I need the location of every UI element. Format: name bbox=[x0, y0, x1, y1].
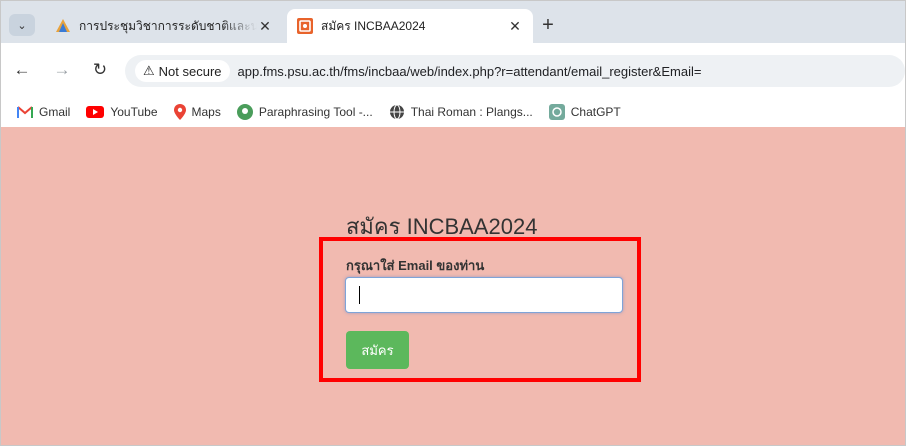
conference-favicon-icon bbox=[56, 19, 70, 32]
bookmark-thai-roman[interactable]: Thai Roman : Plangs... bbox=[389, 104, 533, 120]
bookmark-maps[interactable]: Maps bbox=[173, 104, 221, 120]
paraphrasing-icon bbox=[236, 104, 253, 120]
tab-title: การประชุมวิชาการระดับชาติและนานาชาติ bbox=[79, 18, 257, 33]
globe-icon bbox=[389, 104, 404, 120]
bookmark-label: Gmail bbox=[39, 105, 71, 119]
tab-close-icon[interactable]: ✕ bbox=[257, 18, 273, 35]
page-content: สมัคร INCBAA2024 กรุณาใส่ Email ของท่าน … bbox=[1, 127, 905, 445]
tab-search-button[interactable]: ⌄ bbox=[9, 14, 35, 36]
back-arrow-icon[interactable]: ← bbox=[11, 59, 33, 81]
bookmark-youtube[interactable]: YouTube bbox=[86, 105, 158, 119]
tab-title: สมัคร INCBAA2024 bbox=[321, 18, 426, 33]
address-bar[interactable]: ⚠ Not secure app.fms.psu.ac.th/fms/incba… bbox=[125, 55, 905, 87]
bookmark-label: YouTube bbox=[110, 105, 158, 119]
maps-icon bbox=[173, 104, 186, 120]
bookmark-label: ChatGPT bbox=[570, 105, 621, 119]
tab-strip: ⌄ การประชุมวิชาการระดับชาติและนานาชาติ ✕… bbox=[1, 1, 905, 43]
warning-triangle-icon: ⚠ bbox=[143, 63, 155, 78]
bookmark-label: Maps bbox=[191, 105, 221, 119]
bookmark-label: Paraphrasing Tool -... bbox=[258, 105, 373, 119]
new-tab-button[interactable]: + bbox=[537, 15, 559, 37]
email-input[interactable] bbox=[345, 277, 623, 313]
forward-arrow-icon[interactable]: → bbox=[51, 59, 73, 81]
incbaa-favicon-icon bbox=[297, 18, 313, 34]
url-text[interactable]: app.fms.psu.ac.th/fms/incbaa/web/index.p… bbox=[238, 64, 702, 79]
browser-window: ⌄ การประชุมวิชาการระดับชาติและนานาชาติ ✕… bbox=[0, 0, 906, 446]
tab-conference[interactable]: การประชุมวิชาการระดับชาติและนานาชาติ ✕ bbox=[45, 9, 283, 43]
reload-icon[interactable]: ↻ bbox=[89, 59, 111, 81]
bookmark-chatgpt[interactable]: ChatGPT bbox=[548, 104, 621, 120]
tab-close-icon[interactable]: ✕ bbox=[507, 18, 523, 35]
youtube-icon bbox=[86, 106, 105, 118]
bookmark-paraphrasing[interactable]: Paraphrasing Tool -... bbox=[236, 104, 373, 120]
gmail-icon bbox=[17, 106, 33, 118]
register-button[interactable]: สมัคร bbox=[346, 331, 409, 369]
text-cursor bbox=[359, 286, 360, 304]
bookmark-gmail[interactable]: Gmail bbox=[17, 105, 70, 119]
email-field-label: กรุณาใส่ Email ของท่าน bbox=[346, 258, 485, 273]
chevron-down-icon: ⌄ bbox=[17, 19, 27, 32]
browser-toolbar: ← → ↻ ⚠ Not secure app.fms.psu.ac.th/fms… bbox=[1, 43, 905, 97]
chatgpt-icon bbox=[548, 104, 565, 120]
bookmarks-bar: Gmail YouTube Maps Paraphrasing Tool -..… bbox=[1, 97, 905, 127]
bookmark-label: Thai Roman : Plangs... bbox=[410, 105, 533, 119]
tab-incbaa-register[interactable]: สมัคร INCBAA2024 ✕ bbox=[287, 9, 533, 43]
security-indicator[interactable]: ⚠ Not secure bbox=[135, 60, 230, 82]
security-label: Not secure bbox=[158, 63, 222, 79]
